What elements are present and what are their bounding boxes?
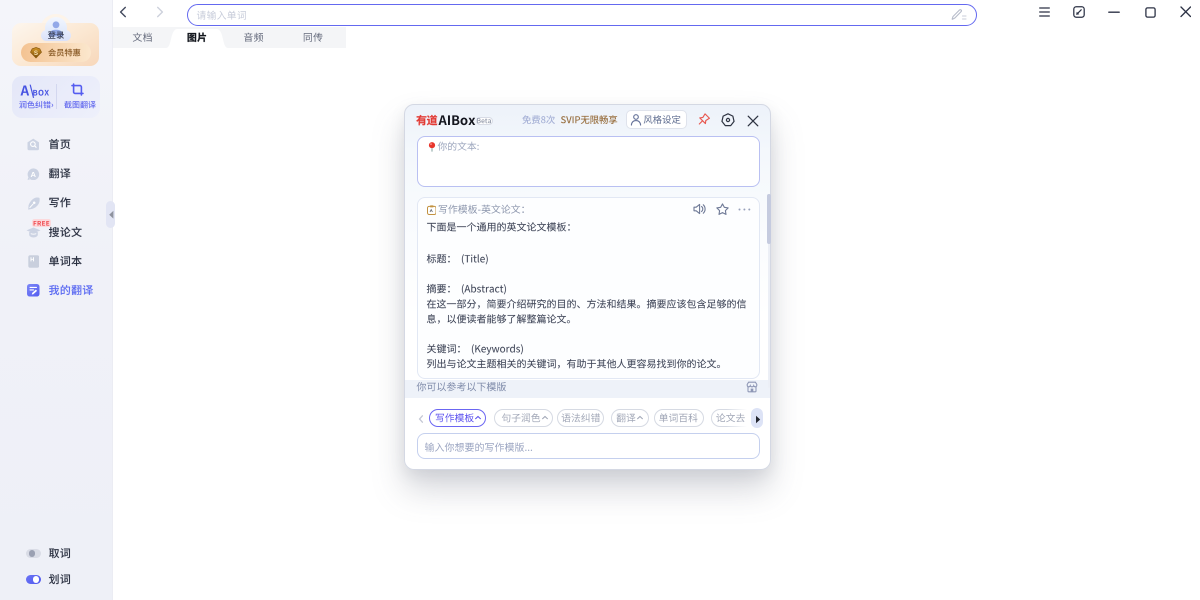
- svg-text:S: S: [33, 50, 37, 57]
- svg-text:A: A: [31, 170, 37, 179]
